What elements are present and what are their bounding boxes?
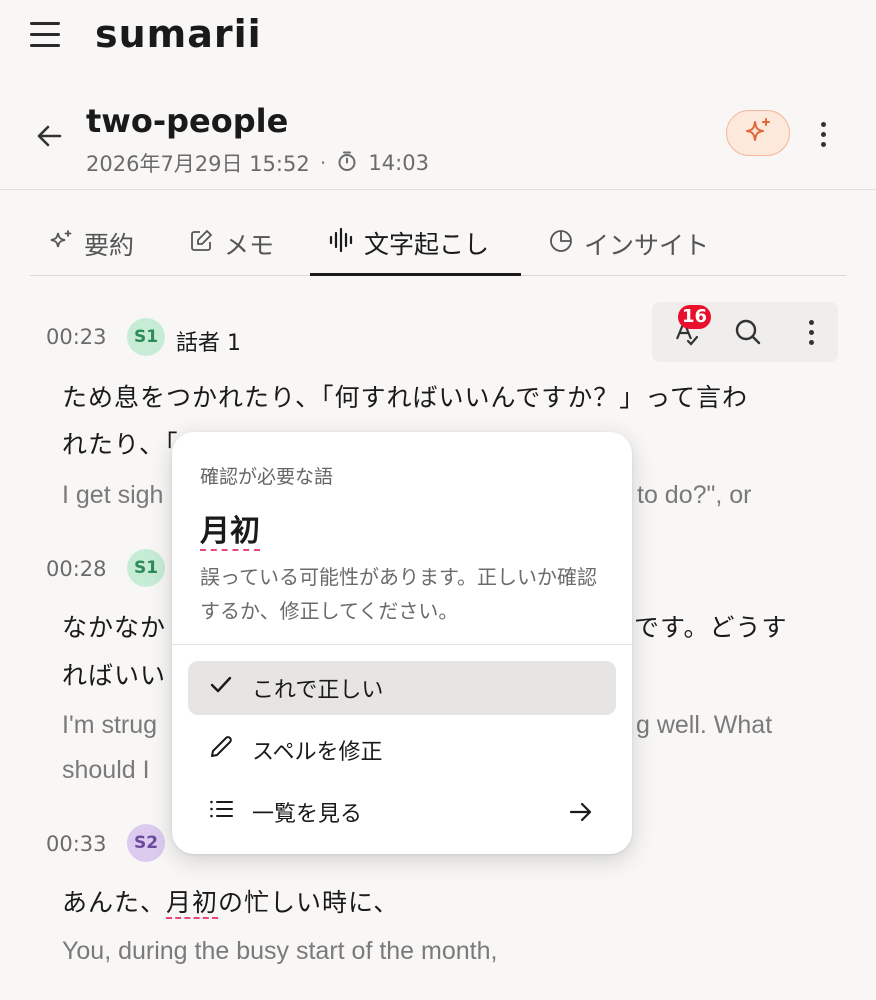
tab-summary[interactable]: 要約 [48, 212, 134, 276]
tab-label: メモ [224, 231, 275, 260]
translation-line-en: should I [62, 756, 150, 784]
transcript-line-ja: あんた、月初の忙しい時に、 [62, 883, 399, 919]
app-logo: sumarii [95, 12, 262, 56]
top-bar: sumarii [0, 0, 876, 80]
popover-label: 確認が必要な語 [200, 466, 334, 488]
transcript-line-ja: です。どうす [634, 613, 788, 642]
pie-chart-icon [548, 228, 574, 260]
menu-icon[interactable] [30, 22, 62, 48]
translation-line-en: g well. What [636, 711, 773, 739]
list-icon [208, 796, 234, 828]
translation-line-en: I'm strug [62, 711, 158, 739]
content-tabs: 要約 メモ 文字起こし インサイト [30, 212, 846, 276]
back-arrow-icon[interactable] [34, 120, 66, 152]
tab-label: 文字起こし [364, 229, 490, 259]
transcript-line-ja: ればいい [62, 661, 167, 690]
transcript-line-ja: れたり、「 [62, 430, 179, 459]
tab-transcript[interactable]: 文字起こし [310, 212, 521, 276]
action-label: これで正しい [252, 678, 384, 703]
popover-description: 誤っている可能性があります。正しいか確認するか、修正してください。 [200, 565, 597, 623]
segment-timestamp[interactable]: 00:33 [46, 832, 107, 856]
tab-insight[interactable]: インサイト [548, 212, 709, 276]
speaker-avatar: S1 [127, 318, 165, 356]
search-icon[interactable] [728, 314, 768, 350]
speaker-avatar: S1 [127, 549, 165, 587]
sparkle-icon [743, 116, 773, 150]
check-icon [208, 672, 234, 704]
transcript-line-ja: ため息をつかれたり、「何すればいいんですか？」って言わ [62, 383, 749, 412]
flagged-word-title: 月初 [200, 514, 260, 549]
recording-meta: 2026年7月29日 15:52 · 14:03 [86, 148, 429, 178]
stopwatch-icon [336, 150, 358, 177]
translation-line-en: to do?", or [637, 481, 752, 509]
note-edit-icon [188, 228, 214, 260]
flagged-word[interactable]: 月初 [166, 888, 218, 917]
speaker-name[interactable]: 話者 1 [176, 325, 241, 357]
tab-label: インサイト [584, 231, 710, 260]
tab-memo[interactable]: メモ [188, 212, 274, 276]
more-options-icon[interactable] [808, 114, 838, 154]
view-list-button[interactable]: 一覧を見る [188, 785, 616, 839]
transcript-line-ja: なかなか [62, 613, 167, 642]
waveform-icon [328, 227, 354, 259]
divider [172, 644, 632, 645]
action-label: スペルを修正 [252, 740, 383, 765]
action-label: 一覧を見る [252, 802, 363, 827]
pencil-icon [208, 734, 234, 766]
recording-title: two-people [86, 102, 289, 140]
tab-label: 要約 [84, 231, 135, 260]
confirm-correct-button[interactable]: これで正しい [188, 661, 616, 715]
sparkle-outline-icon [48, 228, 74, 260]
meta-separator: · [319, 151, 327, 175]
recording-header: two-people 2026年7月29日 15:52 · 14:03 [0, 90, 876, 190]
recording-duration: 14:03 [368, 151, 429, 175]
text-span: の忙しい時に、 [218, 888, 400, 917]
ai-assist-button[interactable] [726, 110, 790, 156]
arrow-right-icon [568, 799, 594, 831]
word-check-popover: 確認が必要な語 月初 誤っている可能性があります。正しいか確認するか、修正してく… [172, 432, 632, 854]
translation-line-en: I get sigh [62, 481, 164, 509]
translation-line-en: You, during the busy start of the month, [62, 937, 498, 965]
spellcheck-count-badge: 16 [678, 305, 712, 329]
segment-timestamp[interactable]: 00:28 [46, 557, 107, 581]
text-span: あんた、 [62, 888, 167, 917]
fix-spelling-button[interactable]: スペルを修正 [188, 723, 616, 777]
recording-date: 2026年7月29日 15:52 [86, 152, 310, 176]
segment-timestamp[interactable]: 00:23 [46, 325, 107, 349]
segment-more-icon[interactable] [796, 314, 826, 350]
speaker-avatar: S2 [127, 824, 165, 862]
